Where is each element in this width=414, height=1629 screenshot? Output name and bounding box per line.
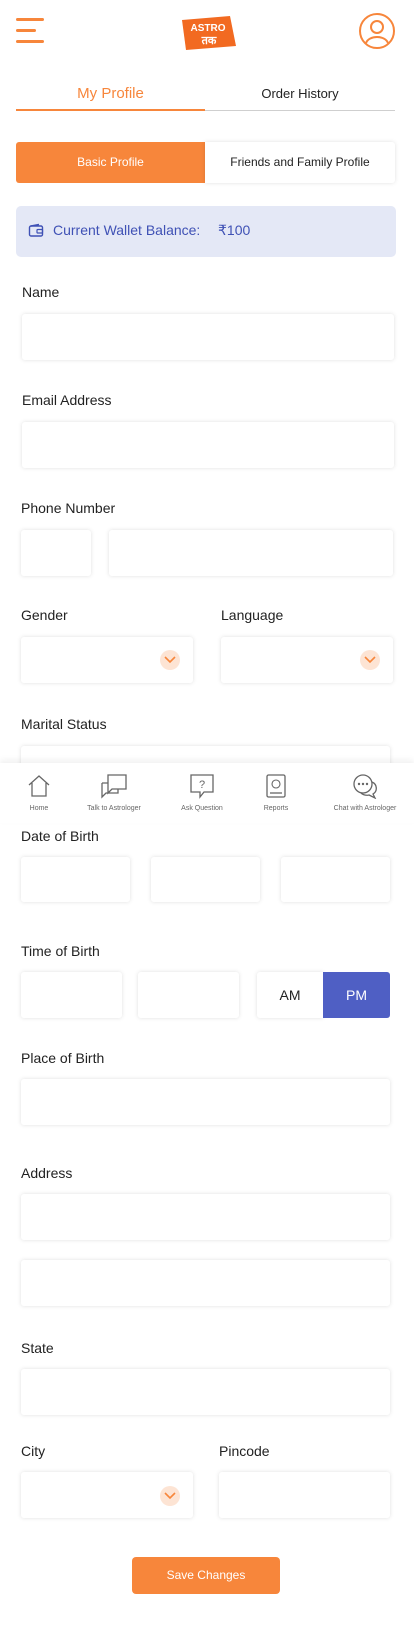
nav-home-label: Home — [29, 805, 49, 812]
dob-month-input[interactable] — [151, 857, 260, 902]
state-input[interactable] — [21, 1369, 390, 1415]
marital-status-label: Marital Status — [21, 716, 107, 732]
chevron-down-icon — [160, 650, 180, 670]
pincode-label: Pincode — [219, 1443, 270, 1459]
dob-year-input[interactable] — [281, 857, 390, 902]
logo-text-line2: तक — [201, 34, 217, 47]
tob-label: Time of Birth — [21, 943, 100, 959]
question-icon: ? — [190, 774, 214, 799]
phone-number-input[interactable] — [109, 530, 393, 576]
menu-icon[interactable] — [16, 18, 44, 44]
user-profile-icon[interactable] — [358, 12, 396, 50]
address-line2-input[interactable] — [21, 1260, 390, 1306]
gender-label: Gender — [21, 607, 68, 623]
nav-home[interactable]: Home — [1, 763, 77, 823]
friends-family-profile-button[interactable]: Friends and Family Profile — [205, 142, 395, 183]
pm-button[interactable]: PM — [323, 972, 390, 1018]
name-input[interactable] — [22, 314, 394, 360]
wallet-icon — [28, 223, 44, 239]
nav-talk-to-astrologer[interactable]: Talk to Astrologer — [76, 763, 152, 823]
active-tab-underline — [16, 109, 205, 111]
address-label: Address — [21, 1165, 73, 1181]
city-label: City — [21, 1443, 46, 1459]
tob-minute-input[interactable] — [138, 972, 239, 1018]
email-input[interactable] — [22, 422, 394, 468]
pob-input[interactable] — [21, 1079, 390, 1125]
dob-label: Date of Birth — [21, 828, 99, 844]
am-button[interactable]: AM — [257, 972, 323, 1018]
nav-chat-label: Chat with Astrologer — [333, 805, 397, 812]
wallet-balance-label: Current Wallet Balance: — [53, 222, 201, 238]
chat-dots-icon — [353, 774, 377, 799]
save-changes-button[interactable]: Save Changes — [132, 1557, 280, 1594]
basic-profile-button[interactable]: Basic Profile — [16, 142, 205, 183]
tob-hour-input[interactable] — [21, 972, 122, 1018]
svg-text:?: ? — [199, 779, 205, 791]
logo-text-line1: ASTRO — [191, 23, 226, 34]
language-label: Language — [221, 607, 284, 623]
phone-label: Phone Number — [21, 500, 116, 516]
phone-country-code-input[interactable] — [21, 530, 91, 576]
nav-ask-label: Ask Question — [181, 805, 223, 812]
nav-ask-question[interactable]: ? Ask Question — [164, 763, 240, 823]
nav-reports[interactable]: Reports — [238, 763, 314, 823]
wallet-balance-amount: ₹100 — [218, 222, 251, 238]
astro-tak-logo[interactable]: ASTRO तक — [178, 14, 238, 52]
home-icon — [28, 775, 50, 797]
bottom-navigation-bar: Home Talk to Astrologer ? Ask Question R… — [0, 763, 414, 823]
chat-bubble-icon — [101, 774, 127, 799]
nav-chat-with-astrologer[interactable]: Chat with Astrologer — [318, 763, 412, 823]
report-book-icon — [266, 774, 286, 798]
pob-label: Place of Birth — [21, 1050, 105, 1066]
chevron-down-icon — [360, 650, 380, 670]
tab-my-profile[interactable]: My Profile — [16, 78, 205, 110]
nav-talk-label: Talk to Astrologer — [87, 805, 141, 812]
state-label: State — [21, 1340, 54, 1356]
address-line1-input[interactable] — [21, 1194, 390, 1240]
name-label: Name — [22, 284, 60, 300]
tab-order-history[interactable]: Order History — [205, 78, 395, 110]
email-label: Email Address — [22, 392, 112, 408]
pincode-input[interactable] — [219, 1472, 390, 1518]
nav-reports-label: Reports — [263, 805, 289, 812]
dob-day-input[interactable] — [21, 857, 130, 902]
chevron-down-icon — [160, 1486, 180, 1506]
tab-underline — [205, 110, 395, 111]
